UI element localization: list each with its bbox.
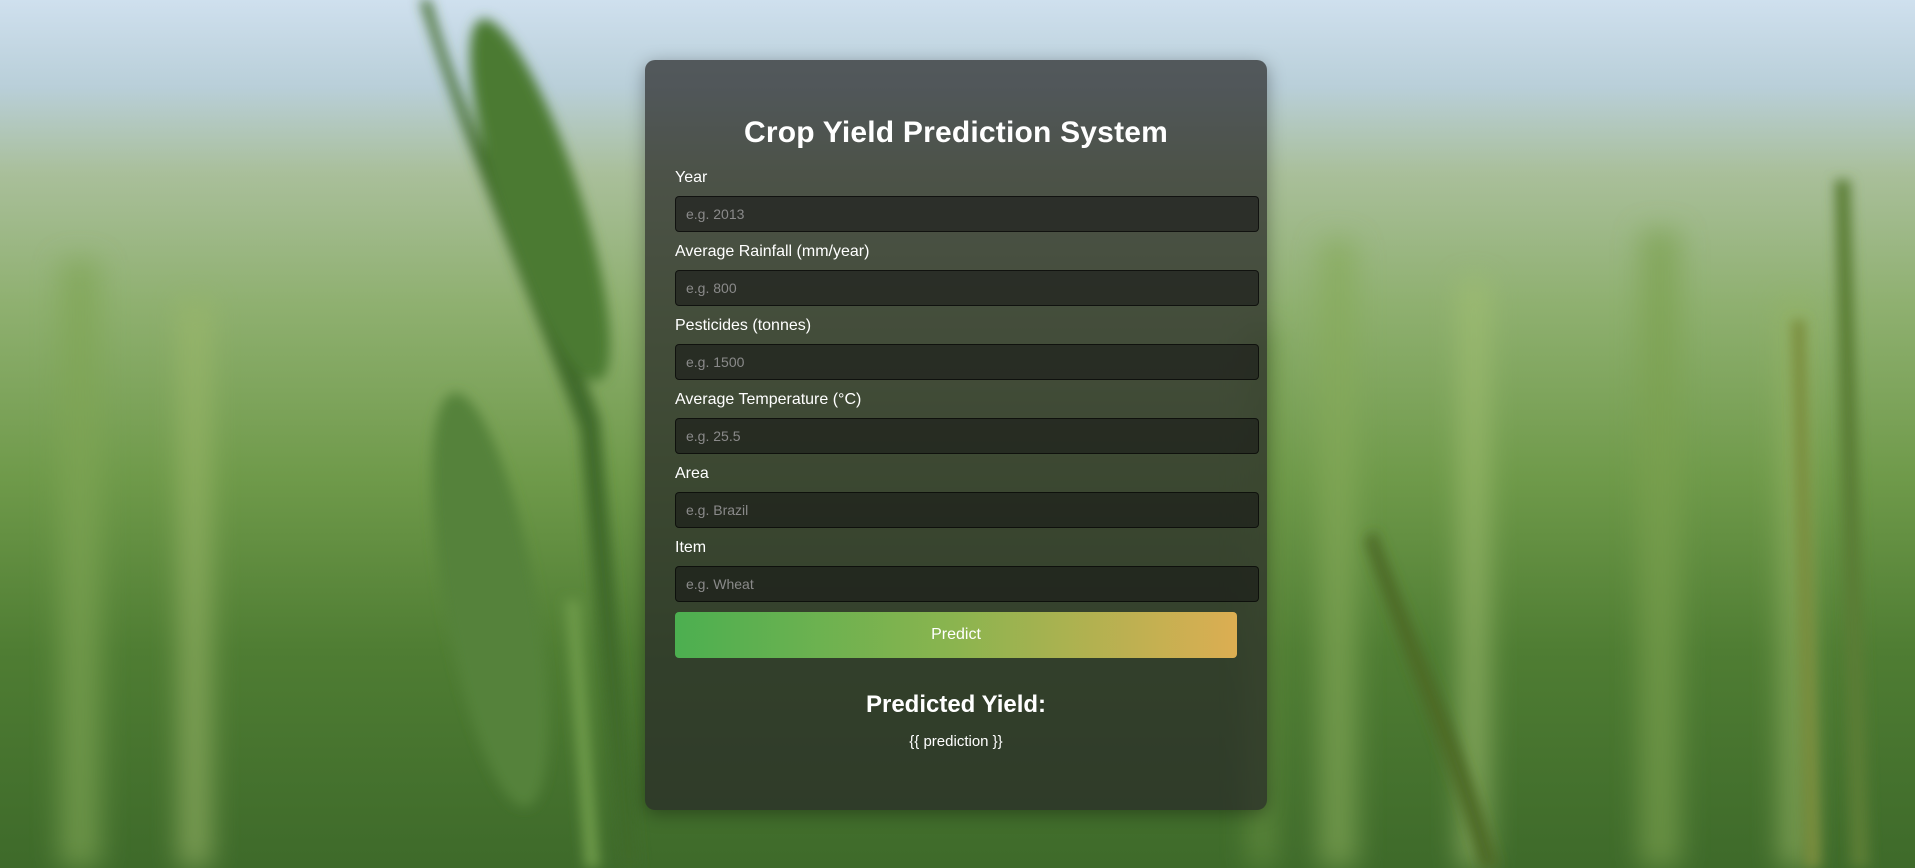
prediction-form-card: Crop Yield Prediction System Year Averag… <box>645 60 1267 810</box>
temperature-input[interactable] <box>675 418 1259 454</box>
temperature-label: Average Temperature (°C) <box>675 391 862 408</box>
page-title: Crop Yield Prediction System <box>743 116 1169 149</box>
field-area: Area <box>675 464 1259 528</box>
rainfall-label: Average Rainfall (mm/year) <box>675 243 870 260</box>
year-label: Year <box>675 169 708 186</box>
field-rainfall: Average Rainfall (mm/year) <box>675 242 1259 306</box>
pesticides-label: Pesticides (tonnes) <box>675 317 812 334</box>
item-input[interactable] <box>675 566 1259 602</box>
item-label: Item <box>675 539 707 556</box>
field-pesticides: Pesticides (tonnes) <box>675 316 1259 380</box>
prediction-result: Predicted Yield: {{ prediction }} <box>675 690 1237 752</box>
area-label: Area <box>675 465 709 482</box>
field-item: Item <box>675 538 1259 602</box>
predict-button[interactable]: Predict <box>675 612 1237 658</box>
area-input[interactable] <box>675 492 1259 528</box>
pesticides-input[interactable] <box>675 344 1259 380</box>
year-input[interactable] <box>675 196 1259 232</box>
result-title: Predicted Yield: <box>865 691 1047 718</box>
field-temperature: Average Temperature (°C) <box>675 390 1259 454</box>
prediction-form: Year Average Rainfall (mm/year) Pesticid… <box>675 168 1259 658</box>
field-year: Year <box>675 168 1259 232</box>
rainfall-input[interactable] <box>675 270 1259 306</box>
result-value: {{ prediction }} <box>909 733 1003 750</box>
